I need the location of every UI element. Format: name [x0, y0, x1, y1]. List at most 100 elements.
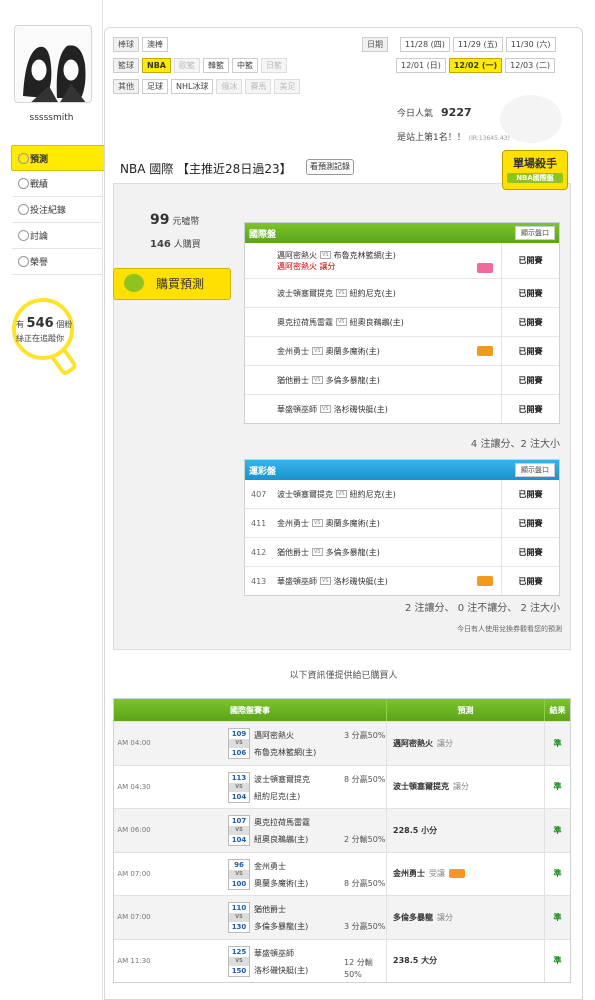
menu-item-record[interactable]: 戰績 — [12, 171, 102, 197]
vs-icon: VS — [229, 956, 249, 966]
medal-icon — [18, 256, 29, 267]
menu-item-honor[interactable]: 榮譽 — [12, 249, 102, 275]
date-1202[interactable]: 12/02 (一) — [448, 58, 503, 73]
col-prediction: 預測 — [387, 699, 545, 721]
view-history-button[interactable]: 看預測記錄 — [306, 159, 354, 175]
info-text: 以下資訊僅提供給已購買人 — [289, 671, 398, 681]
game-prediction: 228.5 小分 — [387, 809, 545, 852]
team-a: 邁阿密熱火 — [254, 731, 294, 740]
prediction-title: NBA 國際 【主推近28日過23】 — [120, 162, 292, 176]
intl-row: 奧克拉荷馬雷霆 VS 紐奧良鵜鶘(主) 已開賽 — [245, 308, 559, 337]
game-time: AM 11:30 — [117, 956, 151, 965]
game-number: 413 — [251, 576, 267, 586]
away-team: 猶他爵士 — [277, 375, 309, 385]
filter-russian-hockey: 俄冰 — [216, 79, 243, 94]
menu-label: 榮譽 — [30, 258, 49, 268]
game-match: 125 VS 150 華盛頓巫師 洛杉磯快艇(主) 12 分輸 50% — [154, 939, 387, 982]
score-a: 96 — [234, 860, 244, 869]
away-team: 華盛頓巫師 — [277, 404, 317, 414]
away-team: 金州勇士 — [277, 518, 309, 528]
killer-badge: 單場殺手 NBA國際盤 — [502, 150, 568, 190]
intl-summary: 4 注讓分、2 注大小 — [470, 439, 560, 450]
game-number: 407 — [251, 489, 267, 499]
col-match: 國際盤賽事 — [114, 699, 387, 721]
date-1201[interactable]: 12/01 (日) — [396, 58, 446, 73]
game-match: 96 VS 100 金州勇士 奧蘭多魔術(主) 8 分贏50% — [154, 852, 387, 895]
score-b: 130 — [231, 923, 247, 931]
game-match: 113 VS 104 波士頓塞爾提克 紐約尼克(主) 8 分贏50% — [154, 765, 387, 808]
fan-count: 有 546 個粉 — [16, 316, 72, 331]
date-1203[interactable]: 12/03 (二) — [505, 58, 555, 73]
home-team: 洛杉磯快艇(主) — [333, 404, 388, 414]
menu-item-bet-history[interactable]: 投注紀錄 — [12, 197, 102, 223]
date-1130[interactable]: 11/30 (六) — [505, 37, 556, 52]
filter-american-football: 美足 — [274, 79, 301, 94]
circle-icon — [18, 204, 29, 215]
team-b: 多倫多暴龍(主) — [254, 922, 309, 931]
date-row-2: 12/01 (日) 12/02 (一) 12/03 (二) — [396, 58, 555, 73]
filter-row-basketball: 籃球 NBA 歐籃 韓籃 中籃 日籃 — [113, 58, 287, 73]
show-odds-button[interactable]: 顯示盤口 — [515, 226, 555, 240]
vs-icon: VS — [336, 289, 347, 297]
menu-item-prediction[interactable]: 預測 — [11, 145, 106, 171]
score-box: 109 VS 106 — [228, 728, 250, 759]
game-prediction: 238.5 大分 — [387, 939, 545, 982]
visits: 今日人氣 9227 — [397, 106, 472, 119]
menu-item-discuss[interactable]: 討論 — [12, 223, 102, 249]
game-result: 準 — [553, 956, 562, 966]
filter-jp-basketball: 日籃 — [260, 58, 287, 73]
game-time: AM 07:00 — [117, 913, 151, 922]
filter-cn-basketball[interactable]: 中籃 — [231, 58, 258, 73]
filter-aus-baseball[interactable]: 澳棒 — [142, 37, 168, 52]
price: 99 元噓幣 — [150, 212, 199, 228]
game-result: 準 — [553, 782, 562, 792]
vs-icon: VS — [229, 739, 249, 748]
sidebar-menu: 預測 戰績 投注紀錄 討論 榮譽 — [11, 145, 106, 275]
games-rows: AM 04:00 109 VS 106 邁阿密熱火 布魯克林籃網(主) 3 分贏50… — [114, 721, 570, 982]
filter-nba[interactable]: NBA — [142, 58, 171, 73]
home-team: 紐約尼克(主) — [349, 288, 396, 298]
status: 已開賽 — [501, 308, 559, 336]
pick: 金州勇士 — [393, 869, 425, 879]
edit-icon — [18, 230, 29, 241]
date-1128[interactable]: 11/28 (四) — [400, 37, 450, 52]
hot-icon — [477, 262, 493, 273]
score-b: 104 — [231, 792, 247, 801]
vs-icon: VS — [312, 548, 323, 556]
intl-title: 國際盤 — [249, 229, 277, 240]
team-b: 紐約尼克(主) — [254, 791, 301, 801]
home-team: 多倫多暴龍(主) — [325, 547, 380, 557]
game-time: AM 04:30 — [117, 782, 151, 791]
team-b: 布魯克林籃網(主) — [254, 748, 317, 757]
date-1129[interactable]: 11/29 (五) — [452, 37, 503, 52]
badge-title: 單場殺手 — [513, 157, 557, 170]
date-row-1: 日期 11/28 (四) 11/29 (五) 11/30 (六) — [362, 37, 556, 52]
spread: 3 分贏50% — [344, 731, 386, 740]
user-avatar[interactable] — [14, 25, 92, 103]
vs-icon: VS — [336, 318, 347, 326]
filter-kr-basketball[interactable]: 韓籃 — [202, 58, 229, 73]
spread: 2 分輸50% — [344, 835, 386, 844]
team-b: 奧蘭多魔術(主) — [254, 878, 309, 888]
filter-soccer[interactable]: 足球 — [142, 79, 168, 94]
filter-nhl[interactable]: NHL冰球 — [171, 79, 214, 94]
spread: 8 分贏50% — [344, 774, 386, 784]
lottery-table-header: 運彩盤 顯示盤口 — [245, 460, 559, 480]
away-team: 波士頓塞爾提克 — [277, 288, 333, 298]
score-b: 104 — [231, 836, 247, 844]
score-box: 113 VS 104 — [228, 771, 250, 803]
badge-icon — [477, 576, 493, 586]
show-odds-button[interactable]: 顯示盤口 — [515, 463, 555, 477]
pick: 多倫多暴龍 — [393, 912, 433, 922]
game-match: 107 VS 104 奧克拉荷馬雷霆 紐奧良鵜鶘(主) 2 分輸50% — [154, 809, 387, 852]
score-a: 110 — [231, 904, 247, 912]
match: 猶他爵士 VS 多倫多暴龍(主) — [245, 547, 501, 558]
lottery-row: 412 猶他爵士 VS 多倫多暴龍(主) 已開賽 — [245, 538, 559, 567]
fan-number: 546 — [26, 316, 54, 331]
pick-text: 邁阿密熱火 讓分 — [277, 261, 336, 271]
fan-suffix: 個粉 — [56, 320, 73, 329]
home-team: 紐約尼克(主) — [349, 489, 396, 499]
score-box: 96 VS 100 — [228, 858, 250, 890]
home-team: 奧蘭多魔術(主) — [325, 518, 380, 528]
pick-note: 受讓 — [429, 869, 445, 879]
